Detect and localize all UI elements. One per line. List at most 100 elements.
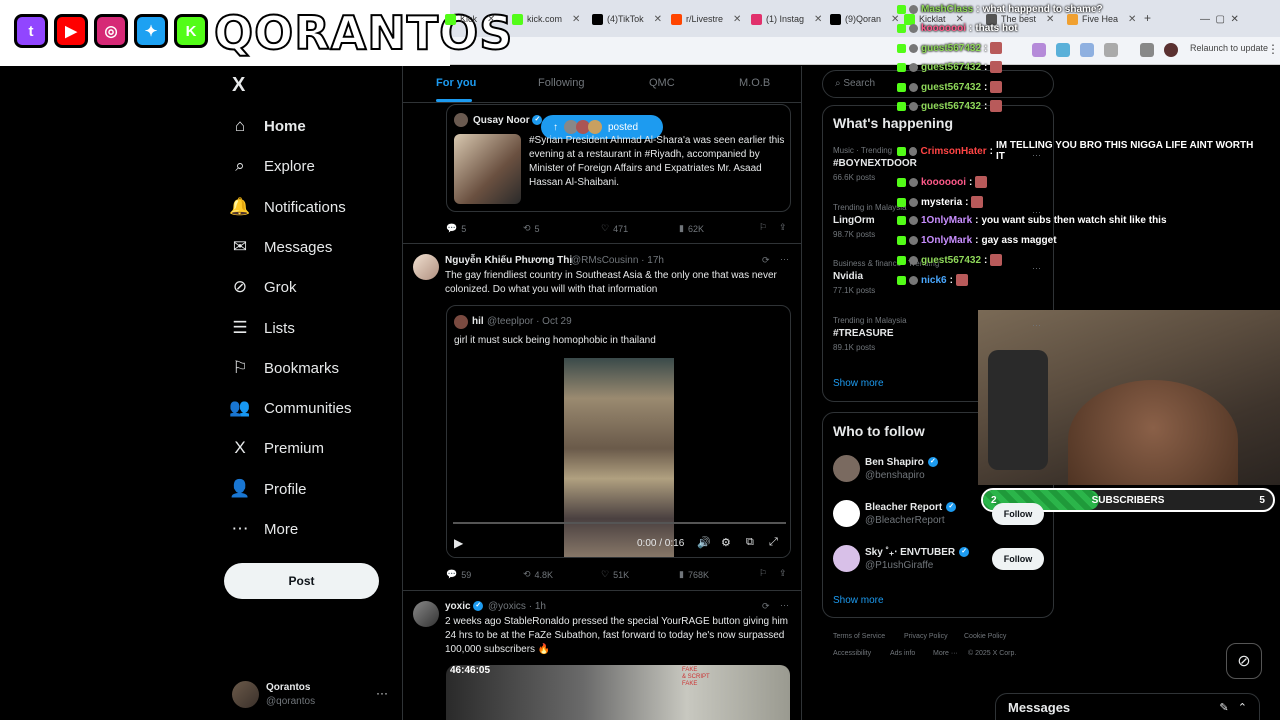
quote-handle[interactable]: @teeplpor · Oct 29 xyxy=(487,316,572,327)
bookmark-button[interactable]: ⚐ xyxy=(759,222,767,233)
video-frame[interactable] xyxy=(564,358,674,557)
footer-link[interactable]: More ··· xyxy=(933,650,958,657)
sidebar-item-more[interactable]: ⋯ More xyxy=(230,511,299,547)
new-tab-icon[interactable]: + xyxy=(1144,11,1151,25)
footer-link[interactable]: Ads info xyxy=(890,650,915,657)
footer-link[interactable]: Cookie Policy xyxy=(964,633,1006,640)
follow-name[interactable]: Sky ˚₊‧ ENVTUBER ✓ xyxy=(865,547,970,558)
sidebar-item-home[interactable]: ⌂ Home xyxy=(230,108,306,144)
close-tab-icon[interactable]: ✕ xyxy=(654,14,662,25)
trend-name[interactable]: #TREASURE xyxy=(833,328,894,339)
trend-name[interactable]: LingOrm xyxy=(833,215,875,226)
messages-drawer[interactable]: Messages ✎ ⌃ xyxy=(995,693,1260,720)
settings-gear-icon[interactable]: ⚙ xyxy=(721,536,731,549)
extension-icon[interactable] xyxy=(1032,43,1046,57)
sidebar-item-notifications[interactable]: 🔔 Notifications xyxy=(229,189,345,225)
close-tab-icon[interactable]: ✕ xyxy=(733,14,741,25)
avatar[interactable] xyxy=(413,254,439,280)
relaunch-button[interactable]: Relaunch to update xyxy=(1190,43,1268,53)
sidebar-item-lists[interactable]: ☰ Lists xyxy=(230,310,294,346)
drawer-controls[interactable]: ✎ ⌃ xyxy=(1219,701,1247,714)
window-controls[interactable]: — ▢ ✕ xyxy=(1200,14,1239,25)
trend-more-icon[interactable]: ··· xyxy=(1032,320,1041,330)
extension-icon[interactable] xyxy=(1104,43,1118,57)
video-progress-bar[interactable] xyxy=(453,522,786,524)
repost-button[interactable]: ⟲ 5 xyxy=(523,223,540,234)
compose-icon[interactable]: ✎ xyxy=(1219,702,1228,714)
pip-icon[interactable]: ⧉ xyxy=(746,536,754,549)
tab-for-you[interactable]: For you xyxy=(436,77,476,89)
footer-link[interactable]: © 2025 X Corp. xyxy=(968,650,1016,657)
like-button[interactable]: ♡ 471 xyxy=(601,223,628,234)
browser-tab[interactable]: (9)Qoran ✕ xyxy=(830,8,906,30)
tweet-handle[interactable]: @RMsCousinn · 17h xyxy=(571,255,664,266)
avatar[interactable] xyxy=(833,455,860,482)
tweet-image[interactable] xyxy=(454,134,521,204)
tweet-author-name[interactable]: yoxic ✓ xyxy=(445,601,484,612)
fullscreen-icon[interactable]: ⤢ xyxy=(769,536,778,549)
twitch-icon[interactable]: t xyxy=(14,14,48,48)
views-button[interactable]: ▮ 62K xyxy=(679,223,704,234)
reply-button[interactable]: 💬 5 xyxy=(446,223,466,234)
trend-name[interactable]: Nvidia xyxy=(833,271,863,282)
browser-tab[interactable]: (4)TikTok ✕ xyxy=(592,8,668,30)
close-tab-icon[interactable]: ✕ xyxy=(1046,14,1054,25)
instagram-icon[interactable]: ◎ xyxy=(94,14,128,48)
repost-button[interactable]: ⟲ 4.8K xyxy=(523,569,553,580)
extension-icon[interactable] xyxy=(1080,43,1094,57)
browser-menu-icon[interactable]: ⋮ xyxy=(1267,42,1279,56)
follow-name[interactable]: Bleacher Report ✓ xyxy=(865,502,957,513)
avatar[interactable] xyxy=(833,500,860,527)
sidebar-item-messages[interactable]: ✉ Messages xyxy=(230,229,333,265)
kick-icon[interactable]: K xyxy=(174,14,208,48)
extension-icon[interactable] xyxy=(1056,43,1070,57)
sidebar-item-bookmarks[interactable]: ⚐ Bookmarks xyxy=(230,350,339,386)
bookmark-button[interactable]: ⚐ xyxy=(759,568,767,579)
follow-name[interactable]: Ben Shapiro ✓ xyxy=(865,457,938,468)
avatar[interactable] xyxy=(413,601,439,627)
grok-icon[interactable]: ⟳ xyxy=(762,601,770,612)
tweet-media[interactable]: 46:46:05 FAKE & SCRIPT FAKE xyxy=(446,665,790,720)
tweet-handle[interactable]: @yoxics · 1h xyxy=(488,601,546,612)
browser-tab[interactable]: (1) Instag ✕ xyxy=(751,8,827,30)
sidebar-item-communities[interactable]: 👥 Communities xyxy=(229,390,351,426)
profile-avatar-icon[interactable] xyxy=(1164,43,1178,57)
tab-following[interactable]: Following xyxy=(538,77,584,89)
grok-icon[interactable]: ⟳ xyxy=(762,255,770,266)
footer-link[interactable]: Accessibility xyxy=(833,650,871,657)
browser-tab[interactable]: Kick ✕ xyxy=(445,8,521,30)
tab-m-o-b[interactable]: M.O.B xyxy=(739,77,770,89)
show-more-trends-link[interactable]: Show more xyxy=(833,378,884,389)
volume-icon[interactable]: 🔊 xyxy=(697,536,711,549)
tweet-author-name[interactable]: Nguyễn Khiếu Phương Thị xyxy=(445,255,572,266)
views-button[interactable]: ▮ 768K xyxy=(679,569,709,580)
youtube-icon[interactable]: ▶ xyxy=(54,14,88,48)
grok-float-icon[interactable]: ⊘ xyxy=(1226,643,1262,679)
close-tab-icon[interactable]: ✕ xyxy=(1128,14,1136,25)
twitter-icon[interactable]: ✦ xyxy=(134,14,168,48)
close-tab-icon[interactable]: ✕ xyxy=(572,14,580,25)
close-tab-icon[interactable]: ✕ xyxy=(487,14,495,25)
browser-tab[interactable]: r/Livestre ✕ xyxy=(671,8,747,30)
footer-link[interactable]: Terms of Service xyxy=(833,633,885,640)
share-button[interactable]: ⇪ xyxy=(779,222,787,233)
tweet-author-name[interactable]: Qusay Noor ✓ xyxy=(473,115,543,126)
quote-author-name[interactable]: hil xyxy=(472,316,484,327)
play-icon[interactable]: ▶ xyxy=(454,536,463,550)
follow-button[interactable]: Follow xyxy=(992,548,1044,570)
account-name[interactable]: Qorantos xyxy=(266,682,310,693)
sidebar-item-grok[interactable]: ⊘ Grok xyxy=(230,269,297,305)
more-options-icon[interactable]: ··· xyxy=(780,254,789,264)
show-more-follow-link[interactable]: Show more xyxy=(833,595,884,606)
browser-tab[interactable]: kick.com ✕ xyxy=(512,8,588,30)
avatar[interactable] xyxy=(833,545,860,572)
sidebar-item-explore[interactable]: ⌕ Explore xyxy=(230,148,315,184)
like-button[interactable]: ♡ 51K xyxy=(601,569,629,580)
post-button[interactable]: Post xyxy=(224,563,379,599)
reply-button[interactable]: 💬 59 xyxy=(446,569,471,580)
x-logo-icon[interactable]: X xyxy=(232,74,245,97)
extensions-puzzle-icon[interactable] xyxy=(1140,43,1154,57)
more-options-icon[interactable]: ··· xyxy=(780,600,789,610)
trend-more-icon[interactable]: ··· xyxy=(1032,263,1041,273)
share-button[interactable]: ⇪ xyxy=(779,568,787,579)
